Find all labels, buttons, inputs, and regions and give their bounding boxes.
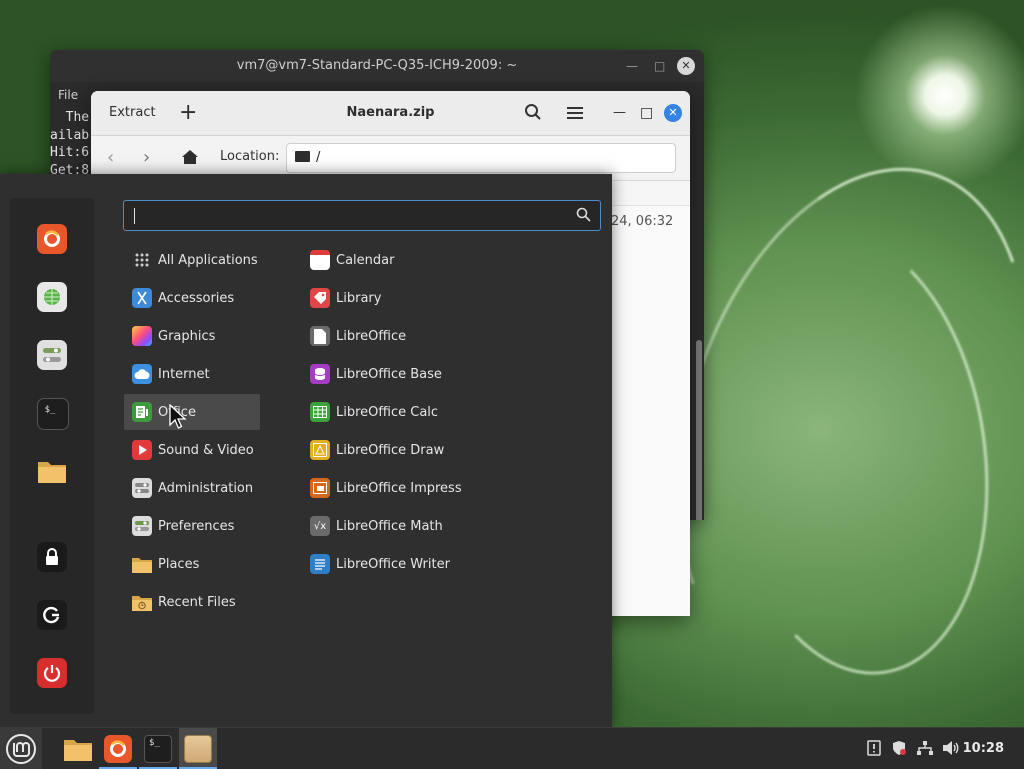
search-icon [576, 207, 591, 226]
home-icon[interactable] [182, 150, 198, 168]
app-libreoffice-impress[interactable]: LibreOffice Impress [302, 470, 562, 506]
office-icon [132, 402, 152, 422]
location-value: / [316, 150, 321, 165]
search-input[interactable] [123, 200, 601, 231]
back-icon[interactable]: ‹ [107, 147, 114, 168]
start-menu: $_ All Applications Accessories Graphics [0, 174, 612, 727]
terminal-titlebar[interactable]: vm7@vm7-Standard-PC-Q35-ICH9-2009: ~ — □… [50, 50, 704, 82]
category-preferences[interactable]: Preferences [124, 508, 260, 544]
maximize-icon[interactable]: □ [654, 50, 665, 82]
libreoffice-math-icon: √x [310, 516, 330, 536]
terminal-icon[interactable]: $_ [139, 728, 177, 769]
file-row-date: 24, 06:32 [611, 214, 674, 229]
terminal-output: The ailab Hit:6 Get:8 [50, 110, 90, 178]
app-libreoffice-draw[interactable]: LibreOffice Draw [302, 432, 562, 468]
firefox-icon[interactable] [99, 728, 137, 769]
category-internet[interactable]: Internet [124, 356, 260, 392]
libreoffice-base-icon [310, 364, 330, 384]
shield-icon[interactable] [891, 740, 907, 760]
settings-icon[interactable] [37, 340, 67, 370]
app-library[interactable]: Library [302, 280, 562, 316]
minimize-icon[interactable]: — [626, 50, 638, 82]
mouse-pointer-icon [169, 403, 187, 434]
terminal-icon[interactable]: $_ [37, 398, 69, 430]
app-libreoffice-writer[interactable]: LibreOffice Writer [302, 546, 562, 582]
taskbar: $_ 10:28 [0, 727, 1024, 769]
calendar-icon [310, 250, 330, 270]
preferences-icon [132, 516, 152, 536]
network-icon[interactable] [37, 282, 67, 312]
minimize-icon[interactable]: — [613, 91, 626, 135]
grid-icon [132, 250, 152, 270]
maximize-icon[interactable]: □ [640, 91, 653, 135]
app-libreoffice-calc[interactable]: LibreOffice Calc [302, 394, 562, 430]
libreoffice-impress-icon [310, 478, 330, 498]
update-manager-icon[interactable] [866, 740, 882, 760]
logout-icon[interactable] [37, 600, 67, 630]
internet-icon [132, 364, 152, 384]
category-recent-files[interactable]: Recent Files [124, 584, 260, 620]
location-input[interactable]: / [286, 143, 676, 173]
forward-icon[interactable]: › [143, 147, 150, 168]
terminal-menu-file[interactable]: File [58, 88, 78, 102]
favorites-panel: $_ [10, 198, 94, 714]
firefox-icon[interactable] [37, 224, 67, 254]
category-graphics[interactable]: Graphics [124, 318, 260, 354]
close-button[interactable]: ✕ [677, 57, 695, 75]
category-administration[interactable]: Administration [124, 470, 260, 506]
libreoffice-writer-icon [310, 554, 330, 574]
libreoffice-calc-icon [310, 402, 330, 422]
sound-video-icon [132, 440, 152, 460]
archive-title: Naenara.zip [346, 105, 435, 120]
category-sound-video[interactable]: Sound & Video [124, 432, 260, 468]
shutdown-icon[interactable] [37, 658, 67, 688]
library-icon [310, 288, 330, 308]
libreoffice-icon [310, 326, 330, 346]
graphics-icon [132, 326, 152, 346]
category-all-applications[interactable]: All Applications [124, 242, 260, 278]
search-icon[interactable] [524, 103, 542, 125]
recent-files-icon [132, 592, 152, 612]
files-icon[interactable] [37, 456, 67, 486]
category-accessories[interactable]: Accessories [124, 280, 260, 316]
start-menu-button[interactable] [0, 728, 42, 769]
app-libreoffice[interactable]: LibreOffice [302, 318, 562, 354]
volume-icon[interactable] [942, 740, 960, 760]
location-label: Location: [220, 149, 280, 164]
category-office[interactable]: Office [124, 394, 260, 430]
text-caret [134, 208, 135, 224]
hamburger-menu-icon[interactable] [567, 106, 583, 124]
folder-icon [295, 151, 310, 162]
app-libreoffice-math[interactable]: √x LibreOffice Math [302, 508, 562, 544]
app-libreoffice-base[interactable]: LibreOffice Base [302, 356, 562, 392]
category-places[interactable]: Places [124, 546, 260, 582]
clock[interactable]: 10:28 [963, 728, 1004, 769]
accessories-icon [132, 288, 152, 308]
folder-icon [132, 554, 152, 574]
network-icon[interactable] [916, 740, 934, 760]
app-calendar[interactable]: Calendar [302, 242, 562, 278]
lock-icon[interactable] [37, 542, 67, 572]
close-button[interactable]: ✕ [664, 104, 682, 122]
files-icon[interactable] [58, 728, 98, 769]
terminal-scrollbar[interactable] [696, 340, 702, 520]
terminal-title: vm7@vm7-Standard-PC-Q35-ICH9-2009: ~ [236, 58, 518, 73]
libreoffice-draw-icon [310, 440, 330, 460]
archive-headerbar[interactable]: Extract + Naenara.zip — □ ✕ [91, 91, 690, 136]
administration-icon [132, 478, 152, 498]
archive-manager-icon[interactable] [179, 728, 217, 769]
